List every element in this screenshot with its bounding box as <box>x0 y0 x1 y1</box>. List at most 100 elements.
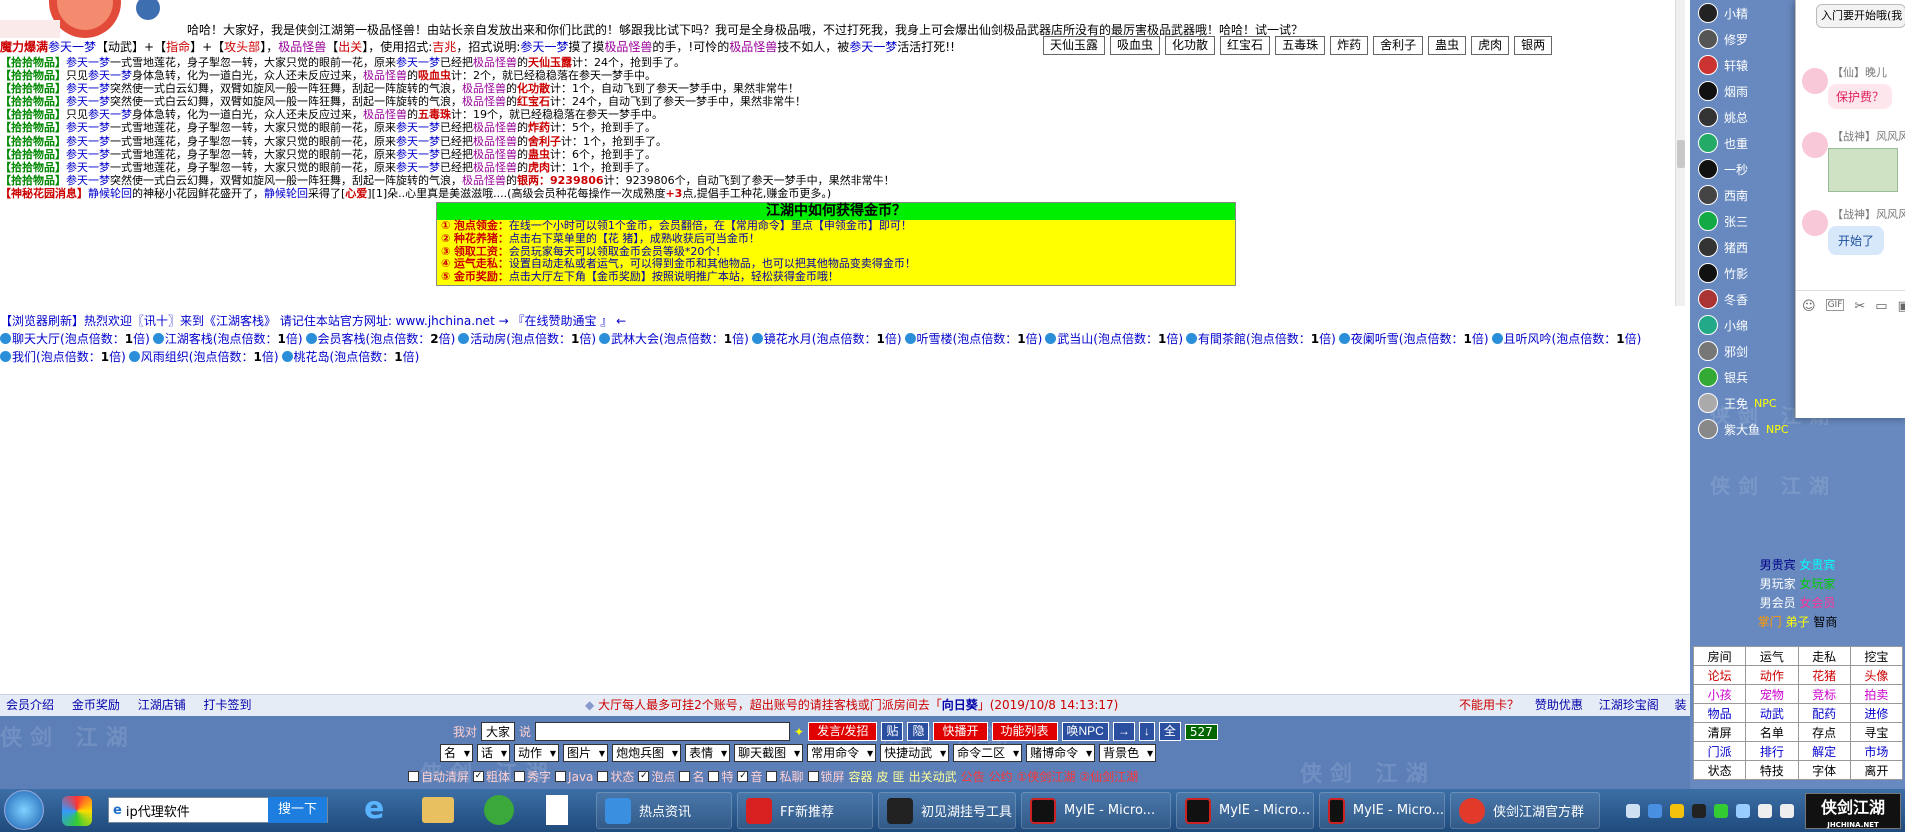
tray-icon[interactable] <box>1670 803 1684 818</box>
taskbar-item[interactable]: MyIE - Micro... <box>1319 792 1445 829</box>
gold-reward-link[interactable]: 金币奖励 <box>72 698 120 712</box>
menu-cell[interactable]: 头像 <box>1849 665 1904 685</box>
checkbox-box[interactable] <box>807 771 819 782</box>
container-link[interactable]: 容器 <box>849 768 873 785</box>
browser-refresh-line[interactable]: 【浏览器刷新】热烈欢迎〖讯十〗来到《江湖客栈》 请记住本站官方网址: www.j… <box>0 312 1690 330</box>
chat-scrollbar[interactable] <box>1675 0 1685 306</box>
room-link[interactable]: 江湖客栈(泡点倍数：1倍) <box>152 330 303 348</box>
app-icon[interactable] <box>62 796 92 826</box>
user-item[interactable]: 紫大鱼 NPC <box>1698 416 1905 442</box>
hide-button[interactable]: 隐 <box>907 722 930 741</box>
menu-cell[interactable]: 进修 <box>1849 703 1904 723</box>
item-button[interactable]: 虎肉 <box>1471 36 1510 55</box>
start-button[interactable] <box>4 790 44 830</box>
taskbar-item[interactable]: 热点资讯 <box>596 792 732 829</box>
item-button[interactable]: 化功散 <box>1165 36 1216 55</box>
menu-cell[interactable]: 状态 <box>1692 760 1747 780</box>
item-button[interactable]: 银两 <box>1514 36 1553 55</box>
call-npc-button[interactable]: 唤NPC <box>1061 722 1109 741</box>
treasure-link[interactable]: 江湖珍宝阁 <box>1599 698 1659 712</box>
item-button[interactable]: 天仙玉露 <box>1043 36 1106 55</box>
checkbox-box[interactable] <box>514 771 526 782</box>
no-card-link[interactable]: 不能用卡？ <box>1459 698 1519 712</box>
checkbox-box[interactable] <box>555 771 567 782</box>
name-select[interactable]: 名 <box>440 744 474 762</box>
room-link[interactable]: 听雪楼(泡点倍数：1倍) <box>904 330 1042 348</box>
announcement-link[interactable]: 公告 <box>961 768 985 785</box>
emoji-select[interactable]: 表情 <box>685 744 731 762</box>
tray-icon[interactable] <box>1780 803 1794 818</box>
folder-icon[interactable] <box>422 797 454 823</box>
checkin-link[interactable]: 打卡签到 <box>204 698 252 712</box>
show-char-checkbox[interactable]: 秀字 <box>514 768 551 785</box>
special-checkbox[interactable]: 特 <box>708 768 733 785</box>
full-button[interactable]: 全 <box>1158 722 1181 741</box>
sponsor-link[interactable]: 赞助优惠 <box>1535 698 1583 712</box>
tray-icon[interactable] <box>1626 803 1640 818</box>
menu-cell[interactable]: 挖宝 <box>1849 646 1904 666</box>
quick-fight-select[interactable]: 快捷动武 <box>880 744 950 762</box>
tray-icon[interactable] <box>1648 803 1662 818</box>
menu-cell[interactable]: 解定 <box>1797 741 1851 761</box>
item-button[interactable]: 蛊虫 <box>1428 36 1467 55</box>
menu-cell[interactable]: 字体 <box>1797 760 1851 780</box>
bandit-link[interactable]: 匪 <box>893 768 905 785</box>
member-intro-link[interactable]: 会员介绍 <box>6 698 54 712</box>
menu-cell[interactable]: 离开 <box>1849 760 1904 780</box>
fight-link[interactable]: 出关动武 <box>909 768 957 785</box>
room-link[interactable]: 武林大会(泡点倍数：1倍) <box>599 330 749 348</box>
lock-screen-checkbox[interactable]: 锁屏 <box>807 768 845 785</box>
chat-input[interactable] <box>535 722 791 741</box>
menu-cell[interactable]: 拍卖 <box>1849 684 1904 704</box>
scissors-icon[interactable]: ✂ <box>1854 299 1865 322</box>
image-icon[interactable]: ▣ <box>1898 299 1905 322</box>
room-link[interactable]: 镜花水月(泡点倍数：1倍) <box>751 330 902 348</box>
screenshot-select[interactable]: 聊天截图 <box>734 744 804 762</box>
menu-cell[interactable]: 名单 <box>1745 722 1799 742</box>
menu-cell[interactable]: 排行 <box>1745 741 1799 761</box>
action-select[interactable]: 动作 <box>514 744 560 762</box>
taskbar-item[interactable]: FF新推荐 <box>737 792 873 829</box>
search-box[interactable]: e ip代理软件 搜一下 <box>108 797 328 823</box>
room-link[interactable]: 我们(泡点倍数：1倍) <box>0 348 126 366</box>
tray-icon[interactable] <box>1692 803 1706 818</box>
checkbox-box[interactable] <box>597 771 609 782</box>
item-button[interactable]: 红宝石 <box>1220 36 1271 55</box>
room-link[interactable]: 夜阑听雪(泡点倍数：1倍) <box>1338 330 1489 348</box>
menu-cell[interactable]: 物品 <box>1692 703 1747 723</box>
emoji-icon[interactable]: ☺ <box>1802 299 1816 322</box>
checkbox-box[interactable]: ✓ <box>638 771 650 782</box>
room-link[interactable]: 会员客栈(泡点倍数：2倍) <box>305 330 455 348</box>
status-checkbox[interactable]: 状态 <box>597 768 634 785</box>
shop-link[interactable]: 江湖店铺 <box>138 698 186 712</box>
room-link[interactable]: 风雨组织(泡点倍数：1倍) <box>128 348 279 366</box>
menu-cell[interactable]: 寻宝 <box>1849 722 1904 742</box>
menu-cell[interactable]: 存点 <box>1797 722 1851 742</box>
arrow-down-button[interactable]: ↓ <box>1138 722 1155 741</box>
menu-cell[interactable]: 特技 <box>1745 760 1799 780</box>
item-button[interactable]: 五毒珠 <box>1275 36 1326 55</box>
menu-cell[interactable]: 动作 <box>1745 665 1799 685</box>
item-button[interactable]: 舍利子 <box>1373 36 1424 55</box>
refresh-icon[interactable] <box>484 795 514 825</box>
search-button[interactable]: 搜一下 <box>267 797 327 823</box>
cannon-select[interactable]: 炮炮兵图 <box>612 744 682 762</box>
gif-icon[interactable]: GIF <box>1825 299 1845 311</box>
menu-cell[interactable]: 清屏 <box>1692 722 1747 742</box>
xianjian-link[interactable]: ②仙剑江湖 <box>1079 768 1138 785</box>
document-icon[interactable] <box>546 795 568 825</box>
skin-link[interactable]: 皮 <box>877 768 889 785</box>
taskbar-item[interactable]: 侠剑江湖官方群 <box>1450 792 1600 829</box>
menu-cell[interactable]: 论坛 <box>1692 665 1747 685</box>
scroll-thumb[interactable] <box>1677 140 1685 168</box>
paste-button[interactable]: 贴 <box>881 722 904 741</box>
fast-play-button[interactable]: 快播开 <box>933 722 988 741</box>
talk-select[interactable]: 话 <box>477 744 511 762</box>
menu-cell[interactable]: 配药 <box>1797 703 1851 723</box>
checkbox-box[interactable] <box>766 771 778 782</box>
sound-checkbox[interactable]: ✓ 音 <box>737 768 762 785</box>
gamble-select[interactable]: 赌博命令 <box>1026 744 1096 762</box>
taskbar-item[interactable]: MyIE - Micro... <box>1176 792 1314 829</box>
checkbox-box[interactable]: ✓ <box>737 771 749 782</box>
arrow-right-button[interactable]: → <box>1112 722 1135 741</box>
